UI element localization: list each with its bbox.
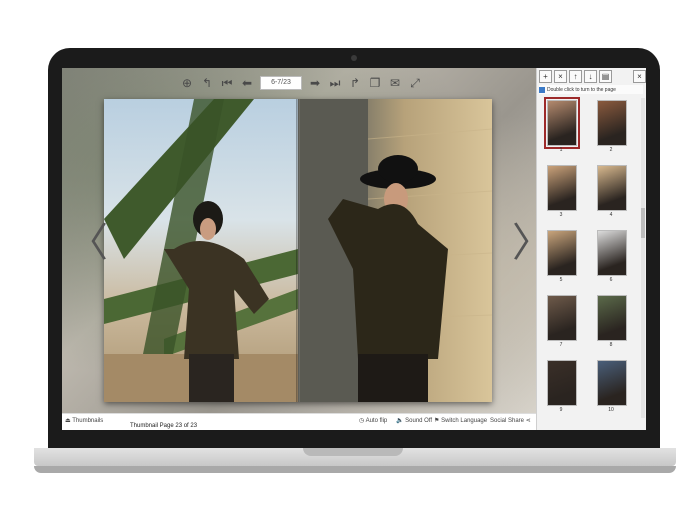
- layout-icon[interactable]: ▤: [599, 70, 612, 83]
- thumbnail-label: 4: [609, 212, 613, 218]
- redo-icon[interactable]: ↱: [348, 76, 362, 90]
- thumbnail-page[interactable]: [547, 165, 577, 211]
- thumbnail-page[interactable]: [597, 100, 627, 146]
- thumbnail-page[interactable]: [547, 360, 577, 406]
- book-page-right[interactable]: [298, 99, 492, 402]
- thumbnail-page[interactable]: [597, 230, 627, 276]
- thumbnail-label: 6: [609, 277, 613, 283]
- thumbnail-sidebar: + × ↑ ↓ ▤ × Double click to turn to the …: [536, 68, 646, 430]
- sidebar-toolbar: + × ↑ ↓ ▤: [539, 70, 612, 83]
- scrollbar-thumb[interactable]: [641, 208, 645, 238]
- add-icon[interactable]: +: [539, 70, 552, 83]
- switch-language-button[interactable]: ⚑ Switch Language: [434, 417, 487, 424]
- share-icon: ⋖: [525, 418, 531, 424]
- prev-page-arrow[interactable]: 〈: [68, 218, 108, 268]
- laptop-notch: [303, 448, 403, 456]
- sidebar-hint: Double click to turn to the page: [539, 85, 643, 94]
- move-down-icon[interactable]: ↓: [584, 70, 597, 83]
- book-spine: [296, 99, 300, 402]
- page-caption: Thumbnail Page 23 of 23: [130, 423, 198, 429]
- thumbnail-label: 1: [559, 147, 563, 153]
- flag-icon: ⚑: [434, 418, 440, 424]
- remove-icon[interactable]: ×: [554, 70, 567, 83]
- eject-icon: ⏏: [65, 418, 71, 424]
- thumbnail-label: 2: [609, 147, 613, 153]
- close-icon[interactable]: ×: [633, 70, 646, 83]
- undo-icon[interactable]: ↰: [200, 76, 214, 90]
- next-page-icon[interactable]: ➡: [308, 76, 322, 90]
- prev-page-icon[interactable]: ⬅: [240, 76, 254, 90]
- social-share-button[interactable]: Social Share ⋖: [490, 417, 531, 424]
- thumbnails-button[interactable]: ⏏ Thumbnails: [65, 417, 103, 424]
- thumbnail-label: 7: [559, 342, 563, 348]
- sidebar-scrollbar[interactable]: [641, 98, 645, 418]
- thumbnail-label: 5: [559, 277, 563, 283]
- laptop-foot: [34, 466, 676, 473]
- mail-icon[interactable]: ✉: [388, 76, 402, 90]
- thumbnail-page[interactable]: [597, 165, 627, 211]
- fullscreen-icon[interactable]: ⤢: [408, 76, 422, 90]
- zoom-in-icon[interactable]: ⊕: [180, 76, 194, 90]
- thumbnail-page[interactable]: [547, 230, 577, 276]
- speaker-icon: 🔈: [396, 418, 404, 424]
- thumbnail-page[interactable]: [544, 97, 580, 149]
- auto-flip-button[interactable]: ◷ Auto flip: [359, 417, 387, 424]
- first-page-icon[interactable]: ⏮: [220, 76, 234, 90]
- photo-right: [298, 99, 492, 402]
- book-page-left[interactable]: [104, 99, 298, 402]
- copy-icon[interactable]: ❐: [368, 76, 382, 90]
- thumbnail-page[interactable]: [547, 295, 577, 341]
- flipbook-viewer: ⊕ ↰ ⏮ ⬅ 6-7/23 ➡ ⏭ ↱ ❐ ✉ ⤢: [62, 68, 552, 413]
- move-up-icon[interactable]: ↑: [569, 70, 582, 83]
- screen: ⊕ ↰ ⏮ ⬅ 6-7/23 ➡ ⏭ ↱ ❐ ✉ ⤢ ⏏ Thumbnails …: [62, 68, 646, 430]
- info-icon: [539, 86, 545, 93]
- thumbnail-label: 8: [609, 342, 613, 348]
- thumbnail-label: 3: [559, 212, 563, 218]
- book-spread[interactable]: [104, 99, 492, 402]
- page-number-input[interactable]: 6-7/23: [260, 76, 302, 90]
- sound-button[interactable]: 🔈 Sound Off: [396, 417, 432, 424]
- clock-icon: ◷: [359, 418, 365, 424]
- last-page-icon[interactable]: ⏭: [328, 76, 342, 90]
- thumbnail-page[interactable]: [597, 295, 627, 341]
- thumbnail-label: 9: [559, 407, 563, 413]
- thumbnail-label: 10: [608, 407, 614, 413]
- photo-left: [104, 99, 298, 402]
- viewer-toolbar: ⊕ ↰ ⏮ ⬅ 6-7/23 ➡ ⏭ ↱ ❐ ✉ ⤢: [180, 74, 422, 92]
- camera-icon: [351, 55, 357, 61]
- thumbnail-page[interactable]: [597, 360, 627, 406]
- next-page-arrow[interactable]: 〉: [512, 218, 552, 268]
